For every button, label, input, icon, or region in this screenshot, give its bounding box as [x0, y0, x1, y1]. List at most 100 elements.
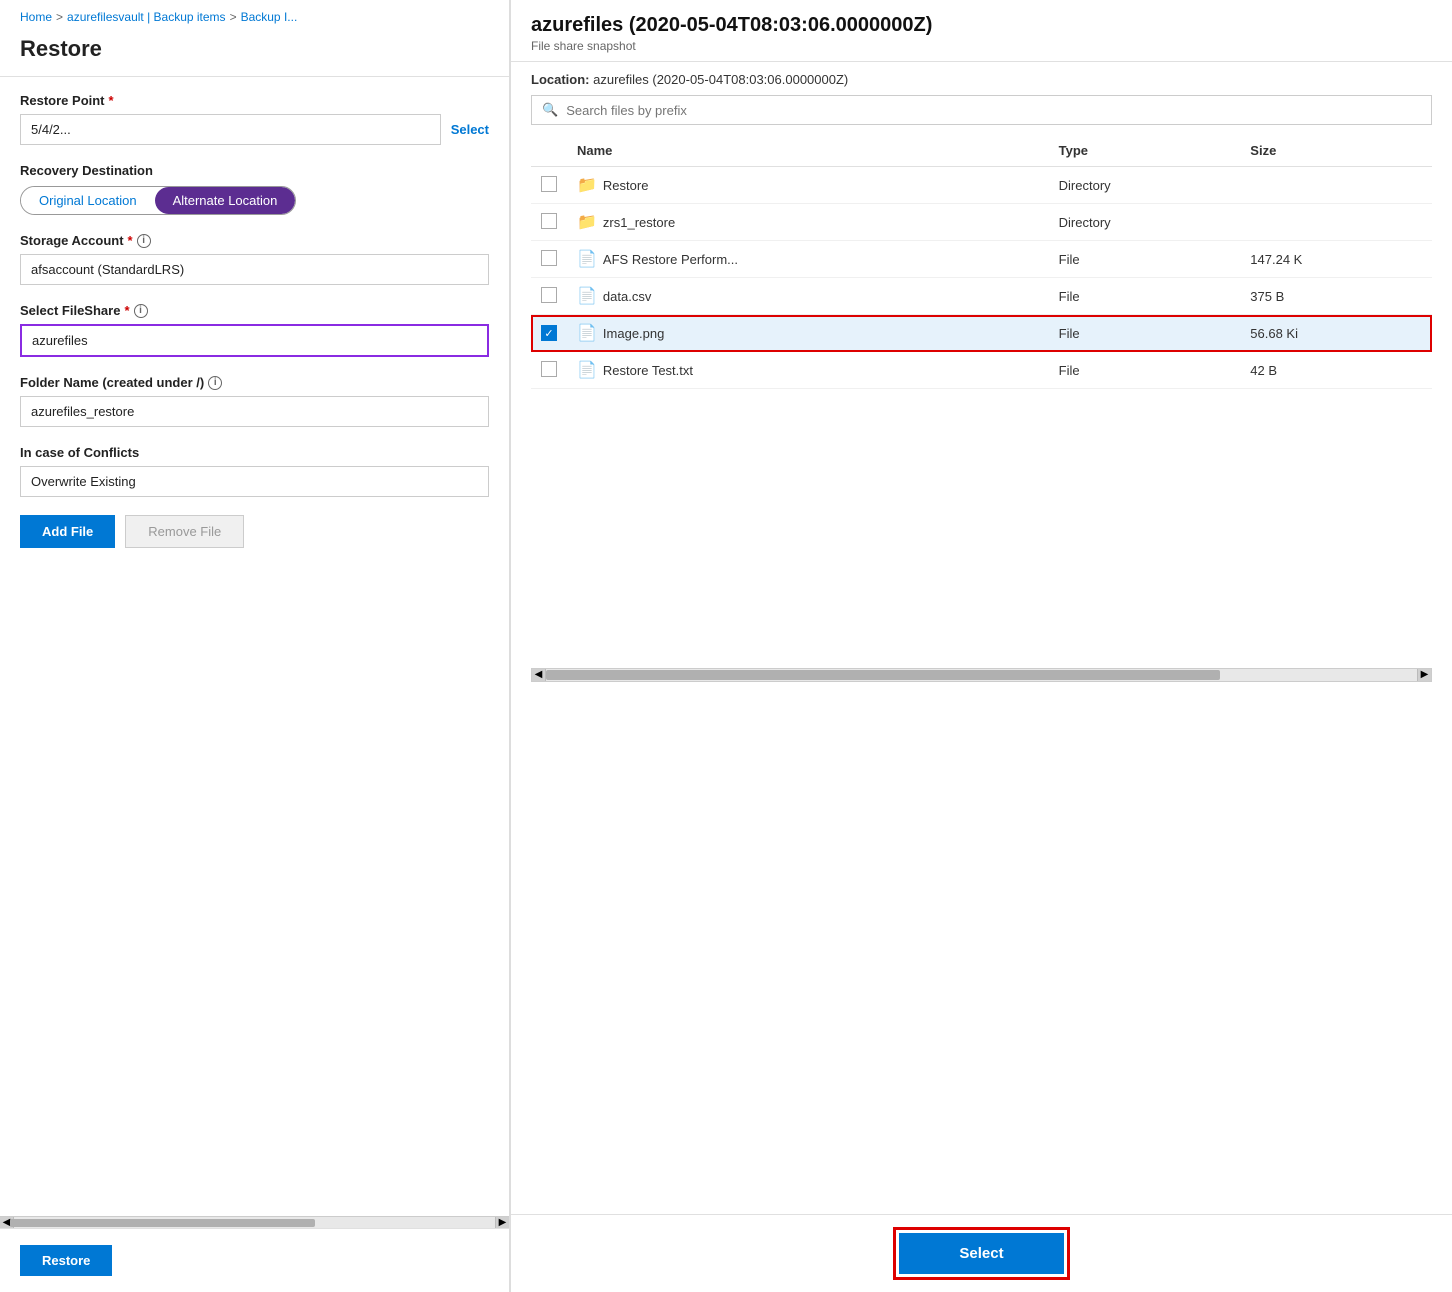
storage-account-row: Storage Account * i [20, 233, 489, 285]
page-title: Restore [0, 30, 509, 76]
file-table: Name Type Size 📁RestoreDirectory📁zrs1_re… [531, 135, 1432, 389]
file-size: 375 B [1240, 278, 1432, 315]
file-icon: 📄 [577, 323, 597, 343]
right-location: Location: azurefiles (2020-05-04T08:03:0… [531, 72, 1432, 87]
file-checkbox[interactable] [541, 250, 557, 266]
restore-point-row: Restore Point * 5/4/2... Select [20, 93, 489, 145]
restore-button[interactable]: Restore [20, 1245, 112, 1276]
col-size-header: Size [1240, 135, 1432, 167]
file-name-cell: 📄 Image.png [567, 315, 1049, 352]
original-location-btn[interactable]: Original Location [21, 187, 155, 214]
search-bar: 🔍 [531, 95, 1432, 125]
col-checkbox [531, 135, 567, 167]
file-size: 147.24 K [1240, 241, 1432, 278]
file-type: File [1049, 241, 1241, 278]
scroll-thumb[interactable] [10, 1219, 315, 1227]
file-name-cell: 📁Restore [567, 167, 1049, 204]
file-checkbox[interactable] [541, 213, 557, 229]
select-fileshare-label: Select FileShare * i [20, 303, 489, 318]
file-icon: 📄 [577, 286, 597, 306]
restore-point-select-link[interactable]: Select [451, 122, 489, 137]
breadcrumb-vault[interactable]: azurefilesvault | Backup items [67, 10, 226, 24]
file-checkbox[interactable] [541, 176, 557, 192]
file-type: Directory [1049, 204, 1241, 241]
right-scroll-right[interactable]: ▶ [1417, 669, 1431, 681]
restore-point-value: 5/4/2... [20, 114, 441, 145]
file-type: File [1049, 315, 1241, 352]
breadcrumb-sep1: > [56, 10, 63, 24]
file-checkbox[interactable] [541, 287, 557, 303]
table-row[interactable]: 📄AFS Restore Perform...File147.24 K [531, 241, 1432, 278]
restore-point-required: * [109, 93, 114, 108]
select-fileshare-input[interactable] [20, 324, 489, 357]
right-horizontal-scrollbar[interactable]: ◀ ▶ [531, 668, 1432, 682]
conflicts-row: In case of Conflicts [20, 445, 489, 497]
file-name-cell: 📄 Restore Test.txt [567, 352, 1049, 389]
breadcrumb-item[interactable]: Backup I... [241, 10, 298, 24]
file-checkbox[interactable] [541, 361, 557, 377]
table-row[interactable]: 📁zrs1_restoreDirectory [531, 204, 1432, 241]
breadcrumb-home[interactable]: Home [20, 10, 52, 24]
storage-account-info-icon[interactable]: i [137, 234, 151, 248]
conflicts-label: In case of Conflicts [20, 445, 489, 460]
alternate-location-btn[interactable]: Alternate Location [155, 187, 296, 214]
add-file-button[interactable]: Add File [20, 515, 115, 548]
file-name: Restore Test.txt [603, 363, 693, 378]
search-icon: 🔍 [542, 102, 558, 118]
file-size: 42 B [1240, 352, 1432, 389]
col-type-header: Type [1049, 135, 1241, 167]
folder-name-input[interactable] [20, 396, 489, 427]
col-name-header: Name [567, 135, 1049, 167]
file-checkbox[interactable] [541, 325, 557, 341]
file-name-cell: 📄 data.csv [567, 278, 1049, 315]
form-section: Restore Point * 5/4/2... Select Recovery… [0, 77, 509, 1216]
location-label: Location: [531, 72, 590, 87]
select-fileshare-row: Select FileShare * i [20, 303, 489, 357]
left-panel: Home > azurefilesvault | Backup items > … [0, 0, 510, 1292]
right-scroll-thumb[interactable] [546, 670, 1220, 680]
conflicts-input[interactable] [20, 466, 489, 497]
file-size [1240, 204, 1432, 241]
select-button[interactable]: Select [899, 1233, 1063, 1274]
table-row[interactable]: 📄 data.csv File375 B [531, 278, 1432, 315]
table-row[interactable]: 📄 Restore Test.txt File42 B [531, 352, 1432, 389]
fileshare-required: * [124, 303, 129, 318]
storage-account-label: Storage Account * i [20, 233, 489, 248]
folder-name-info-icon[interactable]: i [208, 376, 222, 390]
left-horizontal-scrollbar[interactable]: ◀ ▶ [0, 1216, 509, 1228]
remove-file-button[interactable]: Remove File [125, 515, 244, 548]
file-table-scroll[interactable]: Name Type Size 📁RestoreDirectory📁zrs1_re… [531, 135, 1432, 664]
folder-icon: 📁 [577, 212, 597, 232]
table-row[interactable]: 📁RestoreDirectory [531, 167, 1432, 204]
storage-account-input[interactable] [20, 254, 489, 285]
fileshare-info-icon[interactable]: i [134, 304, 148, 318]
storage-account-required: * [128, 233, 133, 248]
breadcrumb-sep2: > [230, 10, 237, 24]
file-type: Directory [1049, 167, 1241, 204]
right-footer: Select [511, 1214, 1452, 1292]
file-type: File [1049, 352, 1241, 389]
scroll-right-arrow[interactable]: ▶ [495, 1217, 509, 1228]
search-input[interactable] [566, 103, 1421, 118]
right-spacer [511, 686, 1452, 1215]
file-icon: 📄 [577, 249, 597, 269]
restore-point-input-row: 5/4/2... Select [20, 114, 489, 145]
file-size [1240, 167, 1432, 204]
right-scroll-left[interactable]: ◀ [532, 669, 546, 681]
right-header: azurefiles (2020-05-04T08:03:06.0000000Z… [511, 0, 1452, 62]
file-name-cell: 📄AFS Restore Perform... [567, 241, 1049, 278]
file-icon: 📄 [577, 360, 597, 380]
right-subtitle: File share snapshot [531, 39, 1432, 53]
file-name: Restore [603, 178, 649, 193]
right-panel: azurefiles (2020-05-04T08:03:06.0000000Z… [510, 0, 1452, 1292]
right-title: azurefiles (2020-05-04T08:03:06.0000000Z… [531, 14, 1432, 37]
file-name: Image.png [603, 326, 664, 341]
breadcrumb: Home > azurefilesvault | Backup items > … [0, 0, 509, 30]
file-name-cell: 📁zrs1_restore [567, 204, 1049, 241]
folder-name-row: Folder Name (created under /) i [20, 375, 489, 427]
file-size: 56.68 Ki [1240, 315, 1432, 352]
file-type: File [1049, 278, 1241, 315]
file-name: data.csv [603, 289, 651, 304]
recovery-destination-row: Recovery Destination Original Location A… [20, 163, 489, 215]
table-row[interactable]: 📄 Image.png File56.68 Ki [531, 315, 1432, 352]
